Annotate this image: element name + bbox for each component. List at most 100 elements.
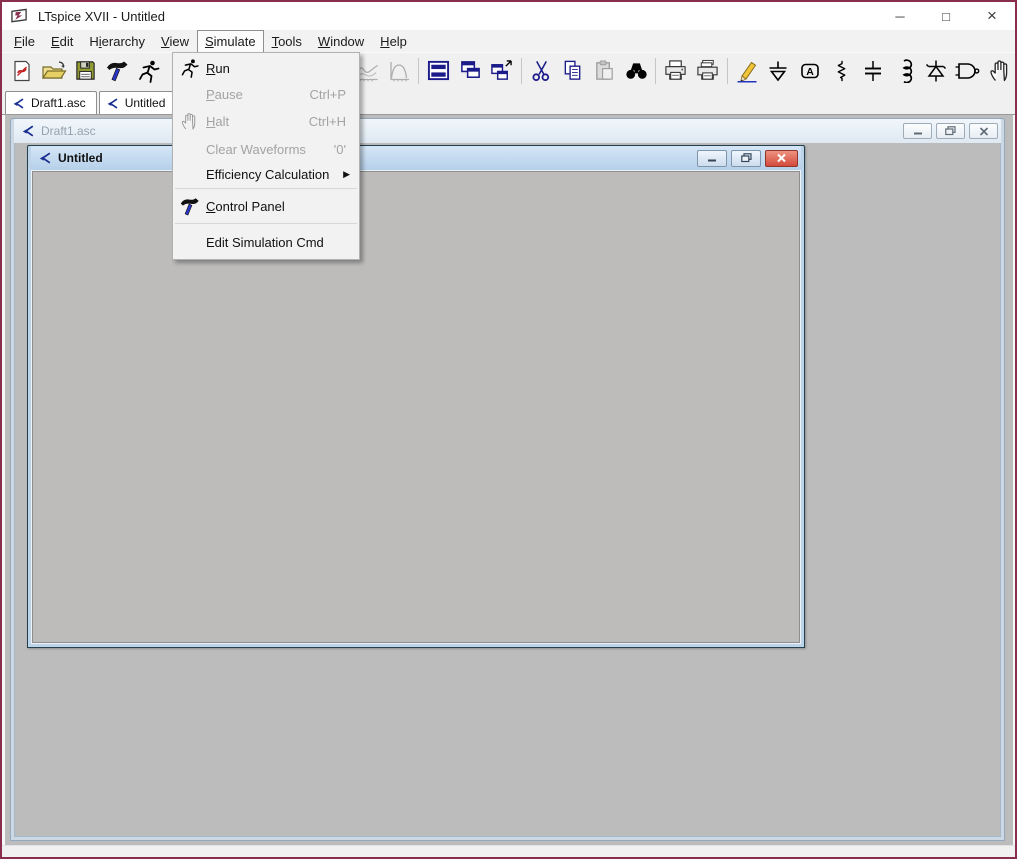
print-button[interactable]	[660, 56, 691, 86]
window-title: LTspice XVII - Untitled	[38, 9, 165, 24]
draft1-window-title: Draft1.asc	[41, 124, 96, 138]
draft1-minimize-button[interactable]	[903, 123, 932, 139]
draft1-client-area[interactable]: Untitled	[14, 143, 1001, 837]
copy-icon	[561, 59, 585, 82]
tab-draft1[interactable]: Draft1.asc	[5, 91, 97, 114]
document-tab-bar: Draft1.asc Untitled	[2, 88, 1015, 115]
close-icon: ×	[987, 6, 997, 26]
toolbar-separator	[521, 58, 522, 84]
ground-icon	[766, 59, 790, 83]
menu-item-pause[interactable]: Pause Ctrl+P	[173, 81, 359, 107]
hand-icon	[988, 59, 1012, 83]
maximize-button[interactable]: □	[923, 2, 969, 30]
child-window-draft1: Draft1.asc Untitled	[10, 118, 1005, 841]
find-button[interactable]	[621, 56, 652, 86]
menu-item-halt[interactable]: Halt Ctrl+H	[173, 107, 359, 135]
status-bar	[2, 845, 1015, 857]
draft1-restore-button[interactable]	[936, 123, 965, 139]
draw-wire-button[interactable]	[732, 56, 763, 86]
toolbar-separator	[418, 58, 419, 84]
place-ground-button[interactable]	[763, 56, 794, 86]
control-panel-button[interactable]	[102, 56, 133, 86]
menu-item-clear-waveforms[interactable]: Clear Waveforms '0'	[173, 135, 359, 163]
save-button[interactable]	[70, 56, 101, 86]
menu-file[interactable]: File	[6, 30, 43, 52]
run-toolbar-button[interactable]	[133, 56, 164, 86]
draft1-title-bar[interactable]: Draft1.asc	[14, 119, 1001, 143]
schematic-canvas[interactable]	[32, 171, 800, 643]
net-label-icon: A	[798, 59, 822, 83]
new-schematic-icon	[10, 59, 34, 83]
place-inductor-button[interactable]	[889, 56, 920, 86]
run-icon	[173, 58, 206, 78]
binoculars-icon	[624, 59, 649, 82]
place-resistor-button[interactable]	[826, 56, 857, 86]
draft1-close-button[interactable]	[969, 123, 998, 139]
menu-edit[interactable]: Edit	[43, 30, 81, 52]
run-icon	[136, 59, 162, 83]
place-component-button[interactable]	[953, 56, 984, 86]
untitled-close-button[interactable]	[765, 150, 798, 167]
toolbar-separator	[727, 58, 728, 84]
menu-separator	[175, 188, 357, 189]
menu-item-control-panel[interactable]: Control Panel	[173, 192, 359, 220]
menu-view[interactable]: View	[153, 30, 197, 52]
untitled-restore-button[interactable]	[731, 150, 761, 167]
drag-hand-button[interactable]	[984, 56, 1015, 86]
paste-clipboard-icon	[593, 59, 616, 82]
menu-bar: File Edit Hierarchy View Simulate Tools …	[2, 30, 1015, 52]
menu-help[interactable]: Help	[372, 30, 415, 52]
menu-separator	[175, 223, 357, 224]
menu-item-efficiency-calculation[interactable]: Efficiency Calculation ▶	[173, 163, 359, 185]
open-file-button[interactable]	[39, 56, 70, 86]
close-button[interactable]: ×	[969, 2, 1015, 30]
untitled-window-title: Untitled	[58, 151, 103, 165]
tab-untitled[interactable]: Untitled	[99, 91, 177, 114]
cascade-windows-icon	[458, 59, 483, 82]
diode-icon	[924, 59, 948, 83]
menu-window[interactable]: Window	[310, 30, 372, 52]
schematic-icon	[21, 124, 35, 138]
tile-windows-icon	[426, 59, 451, 82]
maximize-icon: □	[942, 9, 950, 24]
place-net-label-button[interactable]: A	[795, 56, 826, 86]
halt-hand-icon	[173, 112, 206, 131]
minimize-icon: ─	[895, 9, 904, 24]
untitled-minimize-button[interactable]	[697, 150, 727, 167]
resistor-icon	[830, 59, 854, 83]
toolbar: A	[2, 52, 1015, 88]
simulate-menu-popup: Run Pause Ctrl+P Halt Ctrl+H Clear Wavef…	[172, 52, 360, 260]
menu-item-edit-simulation-cmd[interactable]: Edit Simulation Cmd	[173, 227, 359, 257]
pencil-wire-icon	[735, 59, 759, 83]
menu-simulate[interactable]: Simulate	[197, 30, 264, 52]
hammer-icon	[104, 59, 130, 83]
inductor-icon	[893, 59, 917, 83]
place-diode-button[interactable]	[921, 56, 952, 86]
place-capacitor-button[interactable]	[858, 56, 889, 86]
logic-gate-icon	[955, 59, 981, 83]
open-new-window-button[interactable]	[486, 56, 517, 86]
untitled-canvas-frame	[31, 170, 801, 644]
print-all-button[interactable]	[692, 56, 723, 86]
minimize-button[interactable]: ─	[877, 2, 923, 30]
capacitor-icon	[861, 59, 885, 83]
tab-label: Draft1.asc	[31, 96, 86, 110]
new-schematic-button[interactable]	[7, 56, 38, 86]
fft-plot-icon	[387, 59, 411, 83]
printer-icon	[663, 59, 688, 82]
cut-button[interactable]	[526, 56, 557, 86]
menu-tools[interactable]: Tools	[264, 30, 310, 52]
copy-button[interactable]	[558, 56, 589, 86]
app-logo-icon	[10, 8, 29, 25]
view-fft-button[interactable]	[384, 56, 415, 86]
cascade-windows-button[interactable]	[455, 56, 486, 86]
menu-item-run[interactable]: Run	[173, 55, 359, 81]
menu-hierarchy[interactable]: Hierarchy	[81, 30, 153, 52]
paste-button[interactable]	[589, 56, 620, 86]
tile-windows-button[interactable]	[423, 56, 454, 86]
untitled-title-bar[interactable]: Untitled	[31, 146, 801, 170]
open-folder-icon	[41, 59, 67, 83]
tab-label: Untitled	[125, 96, 166, 110]
mdi-workspace: Draft1.asc Untitled	[2, 115, 1015, 845]
title-bar[interactable]: LTspice XVII - Untitled ─ □ ×	[2, 2, 1015, 30]
